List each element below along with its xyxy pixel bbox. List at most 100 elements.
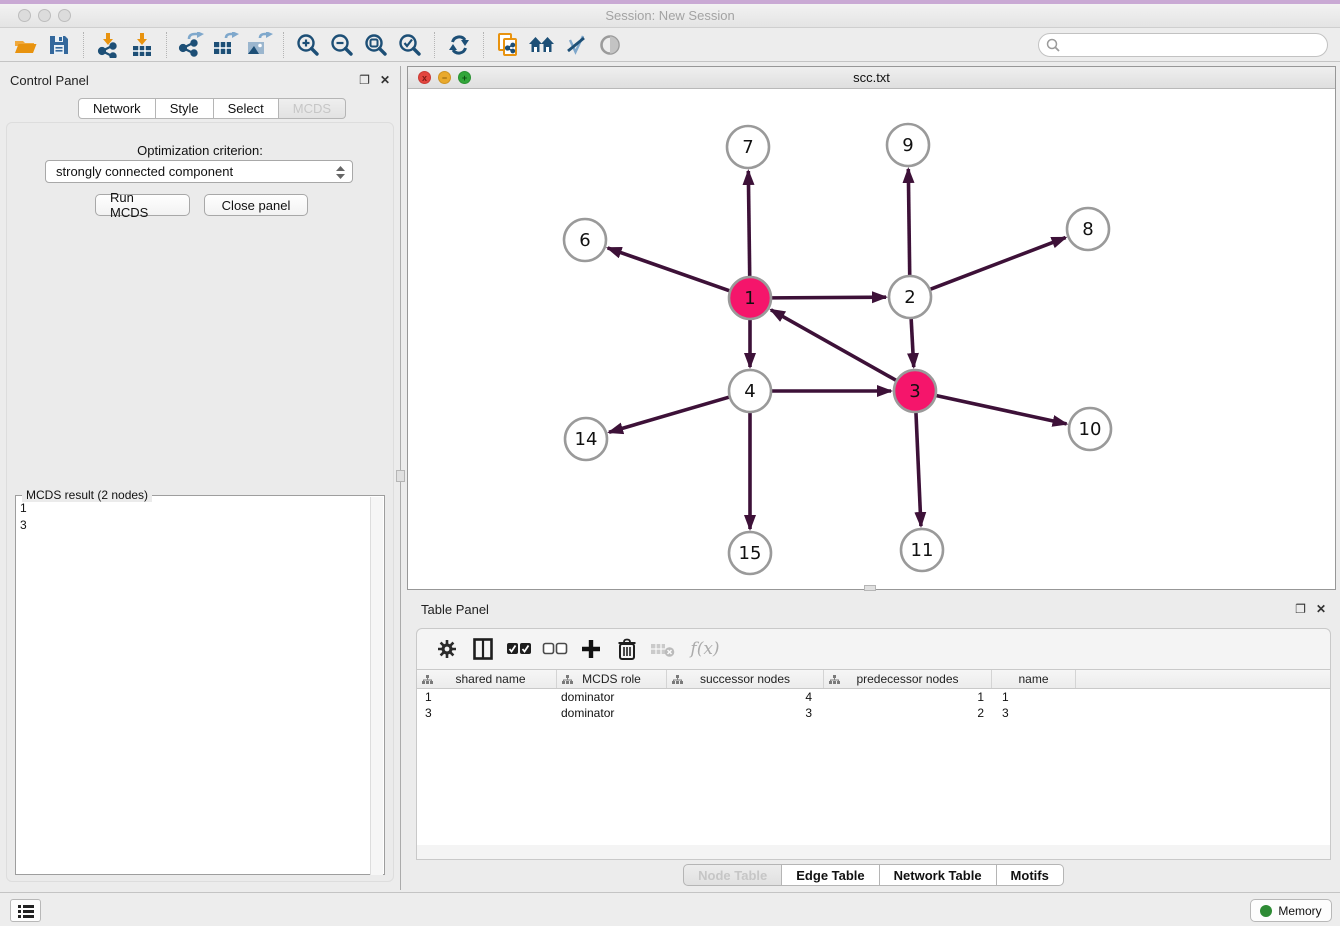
fx-icon: f(x)	[690, 639, 719, 659]
edge-3-1[interactable]	[771, 310, 896, 380]
search-input[interactable]	[1038, 33, 1328, 57]
edge-3-11[interactable]	[916, 413, 921, 526]
table-cell[interactable]: 4	[667, 689, 824, 705]
edge-2-9[interactable]	[908, 169, 909, 275]
birds-eye-view-button[interactable]	[593, 30, 627, 60]
column-header-mcds-role[interactable]: MCDS role	[557, 670, 667, 688]
window-zoom-button[interactable]	[58, 9, 71, 22]
zoom-selected-button[interactable]	[393, 30, 427, 60]
tab-style[interactable]: Style	[156, 98, 214, 119]
edge-1-6[interactable]	[608, 248, 730, 291]
network-minimize-button[interactable]: −	[438, 71, 451, 84]
graph-node-label-8: 8	[1082, 219, 1093, 240]
export-network-button[interactable]	[174, 30, 208, 60]
zoom-in-button[interactable]	[291, 30, 325, 60]
graph-node-label-14: 14	[575, 429, 598, 450]
zoom-out-button[interactable]	[325, 30, 359, 60]
edge-4-14[interactable]	[609, 397, 729, 432]
new-network-from-selection-icon	[495, 32, 521, 58]
column-header-predecessor-nodes[interactable]: predecessor nodes	[824, 670, 992, 688]
window-minimize-button[interactable]	[38, 9, 51, 22]
tab-network-table[interactable]: Network Table	[880, 864, 997, 886]
network-close-button[interactable]: x	[418, 71, 431, 84]
network-maximize-button[interactable]: +	[458, 71, 471, 84]
eye-view-icon	[597, 32, 623, 58]
column-header-shared-name[interactable]: shared name	[417, 670, 557, 688]
edge-3-10[interactable]	[936, 396, 1066, 424]
table-cell[interactable]: 1	[824, 689, 992, 705]
open-session-button[interactable]	[8, 30, 42, 60]
import-network-button[interactable]	[91, 30, 125, 60]
edge-2-8[interactable]	[931, 238, 1066, 290]
splitter-grip[interactable]	[396, 470, 405, 482]
float-panel-icon[interactable]: ❐	[359, 73, 370, 87]
import-network-icon	[95, 32, 121, 58]
table-row[interactable]: 3dominator323	[417, 705, 1330, 721]
column-header-name[interactable]: name	[992, 670, 1076, 688]
delete-column-button[interactable]	[609, 633, 645, 665]
tab-network[interactable]: Network	[78, 98, 156, 119]
graph-node-label-15: 15	[739, 543, 762, 564]
close-table-panel-icon[interactable]: ✕	[1316, 602, 1326, 616]
table-cell[interactable]: 1	[417, 689, 557, 705]
hide-graphics-details-button[interactable]	[559, 30, 593, 60]
result-scrollbar[interactable]	[370, 497, 383, 875]
apply-layout-button[interactable]	[442, 30, 476, 60]
save-icon	[46, 32, 72, 58]
delete-table-icon	[650, 640, 676, 658]
table-cell[interactable]: 3	[667, 705, 824, 721]
export-image-button[interactable]	[242, 30, 276, 60]
table-options-button[interactable]	[429, 633, 465, 665]
export-table-button[interactable]	[208, 30, 242, 60]
run-mcds-button[interactable]: Run MCDS	[95, 194, 190, 216]
deselect-all-columns-button[interactable]	[537, 633, 573, 665]
criterion-select[interactable]: strongly connected component	[45, 160, 353, 183]
graphics-details-icon	[563, 32, 589, 58]
tab-edge-table[interactable]: Edge Table	[782, 864, 879, 886]
window-close-button[interactable]	[18, 9, 31, 22]
show-columns-button[interactable]	[465, 633, 501, 665]
new-network-from-selection-button[interactable]	[491, 30, 525, 60]
first-neighbors-button[interactable]	[525, 30, 559, 60]
close-panel-button[interactable]: Close panel	[204, 194, 308, 216]
delete-table-button[interactable]	[645, 633, 681, 665]
close-panel-icon[interactable]: ✕	[380, 73, 390, 87]
table-cell[interactable]: dominator	[557, 689, 667, 705]
add-column-button[interactable]	[573, 633, 609, 665]
network-canvas[interactable]: 7968124314101511	[408, 89, 1335, 589]
network-resize-grip[interactable]	[864, 585, 876, 591]
table-cell[interactable]: 3	[992, 705, 1076, 721]
table-cell[interactable]: dominator	[557, 705, 667, 721]
tab-mcds[interactable]: MCDS	[279, 98, 346, 119]
table-row[interactable]: 1dominator411	[417, 689, 1330, 705]
export-table-icon	[211, 32, 239, 58]
trash-icon	[617, 638, 637, 660]
column-header-successor-nodes[interactable]: successor nodes	[667, 670, 824, 688]
tab-motifs[interactable]: Motifs	[997, 864, 1064, 886]
table-body: 1dominator4113dominator323	[417, 689, 1330, 721]
tab-node-table[interactable]: Node Table	[683, 864, 782, 886]
mcds-panel-body: Optimization criterion: strongly connect…	[6, 122, 394, 882]
edge-1-2[interactable]	[772, 297, 886, 298]
graph-node-label-2: 2	[904, 287, 915, 308]
zoom-out-icon	[329, 32, 355, 58]
table-cell[interactable]: 2	[824, 705, 992, 721]
panel-splitter[interactable]	[400, 66, 405, 890]
table-cell[interactable]: 1	[992, 689, 1076, 705]
select-all-columns-button[interactable]	[501, 633, 537, 665]
table-cell[interactable]: 3	[417, 705, 557, 721]
apply-function-button[interactable]: f(x)	[681, 633, 729, 665]
automation-panel-button[interactable]	[10, 899, 41, 922]
float-table-panel-icon[interactable]: ❐	[1295, 602, 1306, 616]
zoom-fit-button[interactable]	[359, 30, 393, 60]
column-type-icon	[422, 675, 433, 685]
save-session-button[interactable]	[42, 30, 76, 60]
edge-2-3[interactable]	[911, 319, 914, 367]
memory-button[interactable]: Memory	[1250, 899, 1332, 922]
tab-select[interactable]: Select	[214, 98, 279, 119]
graph-node-label-4: 4	[744, 381, 755, 402]
import-table-button[interactable]	[125, 30, 159, 60]
graph-node-label-3: 3	[909, 381, 920, 402]
edge-1-7[interactable]	[748, 171, 749, 276]
mcds-result-text: 1 3	[20, 500, 27, 534]
